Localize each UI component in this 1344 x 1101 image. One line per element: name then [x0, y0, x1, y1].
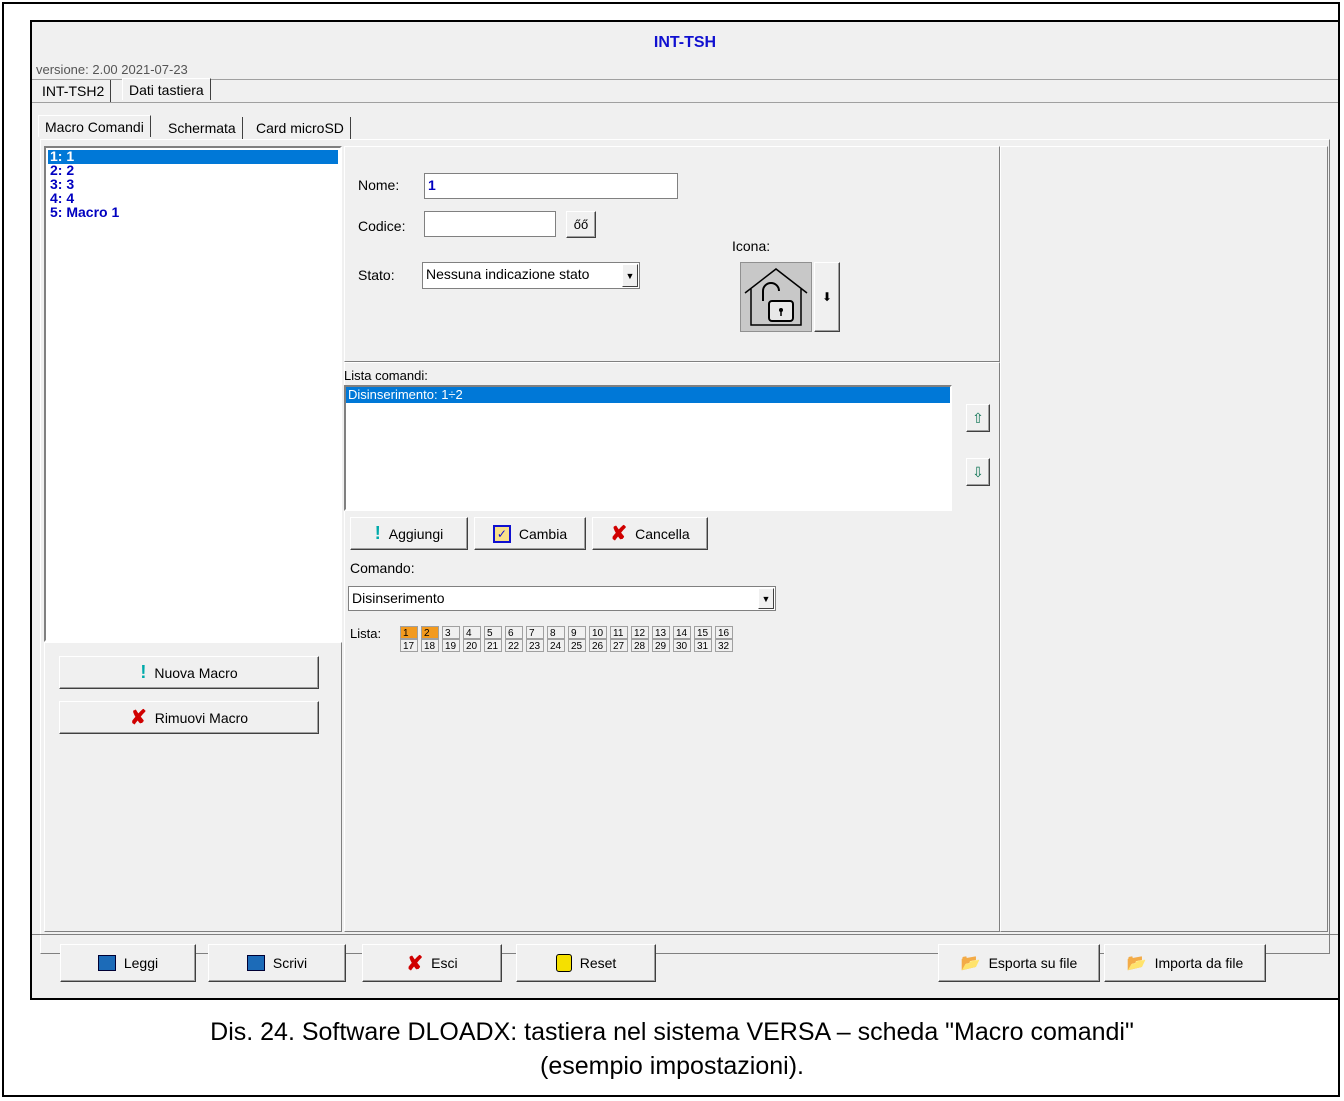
comando-dropdown[interactable]: Disinserimento ▼ [348, 586, 776, 611]
exclamation-icon: ! [374, 523, 381, 543]
house-unlocked-icon-graphic [744, 268, 808, 326]
lista-cell[interactable]: 21 [484, 639, 502, 652]
lista-cell[interactable]: 14 [673, 626, 691, 639]
separator [32, 79, 1338, 80]
chevron-down-icon: ▼ [758, 588, 774, 609]
lista-cell[interactable]: 7 [526, 626, 544, 639]
lista-cell[interactable]: 6 [505, 626, 523, 639]
lista-cell[interactable]: 4 [463, 626, 481, 639]
version-label: versione: 2.00 2021-07-23 [36, 62, 188, 77]
delete-command-button[interactable]: ✘ Cancella [592, 517, 708, 550]
window-title: INT-TSH [653, 34, 717, 51]
macro-list[interactable]: 1: 1 2: 2 3: 3 4: 4 5: Macro 1 [44, 146, 342, 642]
lista-cell[interactable]: 16 [715, 626, 733, 639]
lista-cell[interactable]: 11 [610, 626, 628, 639]
codice-field[interactable] [424, 211, 556, 237]
lista-cell[interactable]: 23 [526, 639, 544, 652]
lista-cell[interactable]: 24 [547, 639, 565, 652]
export-file-button[interactable]: 📂 Esporta su file [938, 944, 1100, 982]
command-list[interactable]: Disinserimento: 1÷2 [344, 385, 952, 511]
nome-field[interactable]: 1 [424, 173, 678, 199]
read-button[interactable]: Leggi [60, 944, 196, 982]
lista-cell[interactable]: 19 [442, 639, 460, 652]
glasses-icon: őő [573, 217, 589, 232]
lista-cell[interactable]: 12 [631, 626, 649, 639]
comando-label: Comando: [350, 560, 415, 576]
lista-cell[interactable]: 3 [442, 626, 460, 639]
lista-cell[interactable]: 22 [505, 639, 523, 652]
lista-cell[interactable]: 5 [484, 626, 502, 639]
arrow-down-icon: ⇩ [972, 463, 984, 480]
move-up-button[interactable]: ⇧ [966, 404, 990, 432]
lista-cell[interactable]: 1 [400, 626, 418, 639]
lista-cell[interactable]: 10 [589, 626, 607, 639]
show-code-button[interactable]: őő [566, 211, 596, 238]
tab-int-tsh2[interactable]: INT-TSH2 [36, 80, 112, 102]
icona-label: Icona: [732, 238, 771, 254]
lista-cell[interactable]: 13 [652, 626, 670, 639]
calculator-icon [246, 955, 265, 971]
move-down-button[interactable]: ⇩ [966, 458, 990, 486]
nome-label: Nome: [358, 177, 400, 193]
red-x-icon: ✘ [406, 952, 424, 975]
figure-caption-line1: Dis. 24. Software DLOADX: tastiera nel s… [210, 1018, 1134, 1046]
lista-grid[interactable]: 1 2 3 4 5 6 7 8 9 10 11 12 13 14 15 16 17 18 19 20 21 22 23 24 2… [400, 626, 770, 656]
lista-cell[interactable]: 30 [673, 639, 691, 652]
folder-import-icon: 📂 [1126, 955, 1147, 972]
lista-cell[interactable]: 15 [694, 626, 712, 639]
lista-cell[interactable]: 32 [715, 639, 733, 652]
lista-cell[interactable]: 18 [421, 639, 439, 652]
exit-button[interactable]: ✘ Esci [362, 944, 502, 982]
chevron-down-icon: ▼ [622, 264, 638, 287]
lista-cell[interactable]: 26 [589, 639, 607, 652]
arrow-up-icon: ⇧ [972, 409, 984, 426]
stato-dropdown[interactable]: Nessuna indicazione stato ▼ [422, 262, 640, 289]
arrow-down-icon: ⬇ [821, 290, 833, 304]
lista-comandi-label: Lista comandi: [344, 368, 428, 383]
figure-caption-line2: (esempio impostazioni). [540, 1052, 804, 1080]
lista-cell[interactable]: 31 [694, 639, 712, 652]
reset-icon [555, 954, 572, 972]
list-item[interactable]: 5: Macro 1 [48, 205, 119, 220]
lista-cell[interactable]: 9 [568, 626, 586, 639]
tab-macro-comandi[interactable]: Macro Comandi [38, 115, 151, 137]
lista-cell[interactable]: 25 [568, 639, 586, 652]
red-x-icon: ✘ [129, 707, 147, 729]
write-button[interactable]: Scrivi [208, 944, 346, 982]
lista-cell[interactable]: 2 [421, 626, 439, 639]
icon-dropdown-button[interactable]: ⬇ [814, 262, 840, 332]
lista-cell[interactable]: 17 [400, 639, 418, 652]
stato-label: Stato: [358, 267, 395, 283]
lista-cell[interactable]: 28 [631, 639, 649, 652]
list-item[interactable]: 1: 1 [48, 149, 338, 164]
list-item[interactable]: Disinserimento: 1÷2 [346, 387, 950, 403]
import-file-button[interactable]: 📂 Importa da file [1104, 944, 1266, 982]
add-command-button[interactable]: ! Aggiungi [350, 517, 468, 550]
codice-label: Codice: [358, 218, 406, 234]
remove-macro-button[interactable]: ✘ Rimuovi Macro [59, 701, 319, 734]
exclamation-icon: ! [140, 662, 147, 682]
folder-export-icon: 📂 [960, 955, 981, 972]
lista-cell[interactable]: 29 [652, 639, 670, 652]
checkbox-check-icon: ✓ [492, 524, 511, 543]
lista-cell[interactable]: 8 [547, 626, 565, 639]
separator [32, 934, 1338, 935]
tab-schermata[interactable]: Schermata [162, 117, 243, 139]
change-command-button[interactable]: ✓ Cambia [474, 517, 586, 550]
house-unlocked-icon[interactable] [740, 262, 812, 332]
lista-cell[interactable]: 20 [463, 639, 481, 652]
empty-panel [1000, 146, 1328, 932]
separator [32, 102, 1338, 103]
red-x-icon: ✘ [610, 523, 628, 545]
lista-cell[interactable]: 27 [610, 639, 628, 652]
lista-label: Lista: [350, 626, 382, 641]
calculator-icon [97, 955, 116, 971]
new-macro-button[interactable]: ! Nuova Macro [59, 656, 319, 689]
reset-button[interactable]: Reset [516, 944, 656, 982]
tab-card-microsd[interactable]: Card microSD [250, 117, 351, 139]
app-window: INT-TSH versione: 2.00 2021-07-23 INT-TS… [30, 20, 1340, 1000]
tab-dati-tastiera[interactable]: Dati tastiera [122, 78, 211, 100]
